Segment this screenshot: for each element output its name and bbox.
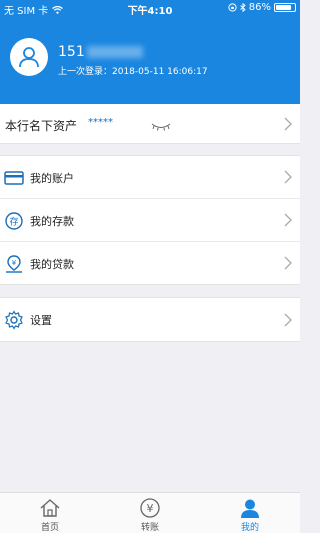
- svg-text:¥: ¥: [147, 502, 154, 515]
- loan-icon: ¥: [6, 255, 22, 273]
- last-login-text: 上一次登录：2018-05-11 16:06:17: [58, 67, 208, 77]
- phone-prefix: 151: [58, 44, 85, 60]
- menu-item-loans[interactable]: ¥ 我的贷款: [0, 242, 300, 285]
- eye-closed-icon[interactable]: [150, 123, 172, 131]
- avatar[interactable]: [10, 38, 48, 76]
- battery-percent: 86%: [248, 2, 271, 13]
- menu-label-deposits: 我的存款: [30, 215, 74, 228]
- battery-fill: [276, 5, 292, 10]
- account-menu: 我的账户 存 我的存款 ¥ 我的贷款: [0, 155, 300, 285]
- orientation-lock-icon: [228, 3, 237, 12]
- chevron-right-icon: [284, 117, 292, 131]
- assets-row[interactable]: 本行名下资产 *****: [0, 104, 300, 144]
- gear-icon: [5, 310, 23, 330]
- menu-item-deposits[interactable]: 存 我的存款: [0, 199, 300, 242]
- status-right: 86%: [228, 2, 296, 13]
- tab-label-transfer: 转账: [140, 523, 159, 533]
- status-bar: 无 SIM 卡 下午4:10 86%: [0, 0, 300, 17]
- tab-mine[interactable]: 我的: [200, 493, 300, 533]
- chevron-right-icon: [284, 213, 292, 227]
- menu-item-settings[interactable]: 设置: [0, 298, 300, 341]
- chevron-right-icon: [284, 256, 292, 270]
- bluetooth-icon: [239, 3, 246, 12]
- settings-card: 设置: [0, 297, 300, 342]
- menu-item-accounts[interactable]: 我的账户: [0, 156, 300, 199]
- yen-icon: ¥: [139, 497, 161, 519]
- battery-icon: [274, 3, 296, 12]
- tab-label-home: 首页: [40, 523, 59, 533]
- user-icon: [19, 47, 39, 68]
- chevron-right-icon: [284, 313, 292, 327]
- tab-bar: 首页 ¥ 转账 我的: [0, 492, 300, 533]
- chevron-right-icon: [284, 170, 292, 184]
- tab-label-mine: 我的: [240, 523, 259, 533]
- menu-label-loans: 我的贷款: [30, 258, 74, 271]
- profile-header[interactable]: 151 上一次登录：2018-05-11 16:06:17: [0, 16, 300, 104]
- assets-masked-value: *****: [88, 117, 113, 128]
- card-icon: [4, 171, 24, 185]
- tab-transfer[interactable]: ¥ 转账: [100, 493, 200, 533]
- menu-label-settings: 设置: [30, 314, 52, 327]
- tab-home[interactable]: 首页: [0, 493, 100, 533]
- deposit-icon: 存: [5, 212, 23, 230]
- phone-redacted: [86, 46, 143, 58]
- assets-label: 本行名下资产: [5, 119, 78, 133]
- svg-text:存: 存: [9, 216, 18, 228]
- user-icon: [239, 497, 261, 519]
- home-icon: [39, 497, 61, 519]
- svg-text:¥: ¥: [12, 259, 17, 267]
- menu-label-accounts: 我的账户: [30, 172, 74, 185]
- user-phone: 151: [58, 44, 143, 60]
